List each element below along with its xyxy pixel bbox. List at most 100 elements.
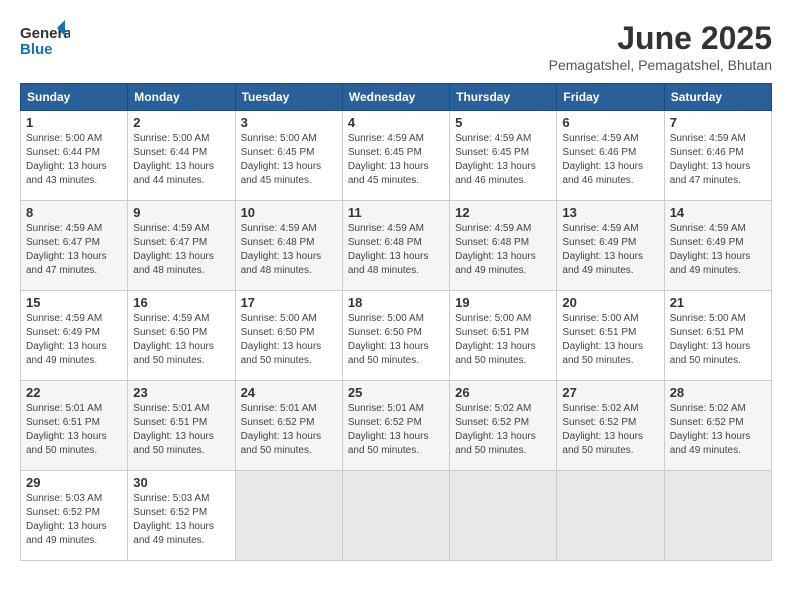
day-info: Sunrise: 4:59 AM Sunset: 6:47 PM Dayligh… [26,222,122,278]
day-cell-29: 29 Sunrise: 5:03 AM Sunset: 6:52 PM Dayl… [21,471,128,561]
day-info: Sunrise: 4:59 AM Sunset: 6:50 PM Dayligh… [133,312,229,368]
day-info: Sunrise: 5:00 AM Sunset: 6:45 PM Dayligh… [241,132,337,188]
calendar-subtitle: Pemagatshel, Pemagatshel, Bhutan [549,57,772,73]
header-tuesday: Tuesday [235,84,342,111]
day-cell-9: 9 Sunrise: 4:59 AM Sunset: 6:47 PM Dayli… [128,201,235,291]
day-cell-11: 11 Sunrise: 4:59 AM Sunset: 6:48 PM Dayl… [342,201,449,291]
day-info: Sunrise: 4:59 AM Sunset: 6:45 PM Dayligh… [348,132,444,188]
day-info: Sunrise: 4:59 AM Sunset: 6:48 PM Dayligh… [348,222,444,278]
day-number: 18 [348,295,444,310]
day-cell-27: 27 Sunrise: 5:02 AM Sunset: 6:52 PM Dayl… [557,381,664,471]
day-info: Sunrise: 5:01 AM Sunset: 6:51 PM Dayligh… [133,402,229,458]
day-cell-24: 24 Sunrise: 5:01 AM Sunset: 6:52 PM Dayl… [235,381,342,471]
day-info: Sunrise: 4:59 AM Sunset: 6:48 PM Dayligh… [455,222,551,278]
day-info: Sunrise: 5:00 AM Sunset: 6:50 PM Dayligh… [348,312,444,368]
day-number: 23 [133,385,229,400]
day-cell-22: 22 Sunrise: 5:01 AM Sunset: 6:51 PM Dayl… [21,381,128,471]
day-cell-21: 21 Sunrise: 5:00 AM Sunset: 6:51 PM Dayl… [664,291,771,381]
day-number: 28 [670,385,766,400]
day-number: 13 [562,205,658,220]
day-info: Sunrise: 5:01 AM Sunset: 6:52 PM Dayligh… [348,402,444,458]
day-cell-8: 8 Sunrise: 4:59 AM Sunset: 6:47 PM Dayli… [21,201,128,291]
day-cell-28: 28 Sunrise: 5:02 AM Sunset: 6:52 PM Dayl… [664,381,771,471]
empty-cell [557,471,664,561]
day-number: 9 [133,205,229,220]
day-number: 11 [348,205,444,220]
day-number: 30 [133,475,229,490]
day-number: 2 [133,115,229,130]
day-number: 6 [562,115,658,130]
day-number: 16 [133,295,229,310]
day-cell-26: 26 Sunrise: 5:02 AM Sunset: 6:52 PM Dayl… [450,381,557,471]
day-number: 29 [26,475,122,490]
day-info: Sunrise: 4:59 AM Sunset: 6:46 PM Dayligh… [562,132,658,188]
day-number: 5 [455,115,551,130]
day-info: Sunrise: 5:01 AM Sunset: 6:51 PM Dayligh… [26,402,122,458]
day-number: 26 [455,385,551,400]
day-number: 12 [455,205,551,220]
day-cell-4: 4 Sunrise: 4:59 AM Sunset: 6:45 PM Dayli… [342,111,449,201]
day-number: 21 [670,295,766,310]
header-wednesday: Wednesday [342,84,449,111]
day-info: Sunrise: 4:59 AM Sunset: 6:48 PM Dayligh… [241,222,337,278]
calendar-week-row: 1 Sunrise: 5:00 AM Sunset: 6:44 PM Dayli… [21,111,772,201]
day-number: 19 [455,295,551,310]
calendar-week-row: 22 Sunrise: 5:01 AM Sunset: 6:51 PM Dayl… [21,381,772,471]
day-number: 1 [26,115,122,130]
day-info: Sunrise: 5:00 AM Sunset: 6:50 PM Dayligh… [241,312,337,368]
day-number: 25 [348,385,444,400]
header-monday: Monday [128,84,235,111]
day-info: Sunrise: 4:59 AM Sunset: 6:46 PM Dayligh… [670,132,766,188]
day-number: 4 [348,115,444,130]
day-info: Sunrise: 4:59 AM Sunset: 6:49 PM Dayligh… [26,312,122,368]
empty-cell [450,471,557,561]
day-cell-14: 14 Sunrise: 4:59 AM Sunset: 6:49 PM Dayl… [664,201,771,291]
day-info: Sunrise: 5:02 AM Sunset: 6:52 PM Dayligh… [670,402,766,458]
day-info: Sunrise: 4:59 AM Sunset: 6:45 PM Dayligh… [455,132,551,188]
svg-text:Blue: Blue [20,41,53,58]
day-info: Sunrise: 5:02 AM Sunset: 6:52 PM Dayligh… [455,402,551,458]
day-cell-15: 15 Sunrise: 4:59 AM Sunset: 6:49 PM Dayl… [21,291,128,381]
calendar-table: Sunday Monday Tuesday Wednesday Thursday… [20,83,772,561]
empty-cell [235,471,342,561]
day-cell-19: 19 Sunrise: 5:00 AM Sunset: 6:51 PM Dayl… [450,291,557,381]
day-info: Sunrise: 4:59 AM Sunset: 6:47 PM Dayligh… [133,222,229,278]
empty-cell [664,471,771,561]
day-cell-3: 3 Sunrise: 5:00 AM Sunset: 6:45 PM Dayli… [235,111,342,201]
day-number: 3 [241,115,337,130]
day-number: 15 [26,295,122,310]
day-number: 24 [241,385,337,400]
day-cell-12: 12 Sunrise: 4:59 AM Sunset: 6:48 PM Dayl… [450,201,557,291]
day-info: Sunrise: 4:59 AM Sunset: 6:49 PM Dayligh… [670,222,766,278]
day-cell-30: 30 Sunrise: 5:03 AM Sunset: 6:52 PM Dayl… [128,471,235,561]
day-info: Sunrise: 5:03 AM Sunset: 6:52 PM Dayligh… [133,492,229,548]
header-saturday: Saturday [664,84,771,111]
day-info: Sunrise: 4:59 AM Sunset: 6:49 PM Dayligh… [562,222,658,278]
page-header: General Blue June 2025 Pemagatshel, Pema… [20,20,772,73]
day-info: Sunrise: 5:00 AM Sunset: 6:44 PM Dayligh… [133,132,229,188]
header-thursday: Thursday [450,84,557,111]
day-number: 27 [562,385,658,400]
weekday-header-row: Sunday Monday Tuesday Wednesday Thursday… [21,84,772,111]
day-cell-25: 25 Sunrise: 5:01 AM Sunset: 6:52 PM Dayl… [342,381,449,471]
day-number: 10 [241,205,337,220]
day-cell-18: 18 Sunrise: 5:00 AM Sunset: 6:50 PM Dayl… [342,291,449,381]
day-number: 17 [241,295,337,310]
day-cell-2: 2 Sunrise: 5:00 AM Sunset: 6:44 PM Dayli… [128,111,235,201]
day-cell-13: 13 Sunrise: 4:59 AM Sunset: 6:49 PM Dayl… [557,201,664,291]
day-info: Sunrise: 5:00 AM Sunset: 6:51 PM Dayligh… [670,312,766,368]
day-number: 14 [670,205,766,220]
day-cell-7: 7 Sunrise: 4:59 AM Sunset: 6:46 PM Dayli… [664,111,771,201]
day-cell-20: 20 Sunrise: 5:00 AM Sunset: 6:51 PM Dayl… [557,291,664,381]
day-info: Sunrise: 5:02 AM Sunset: 6:52 PM Dayligh… [562,402,658,458]
empty-cell [342,471,449,561]
day-cell-23: 23 Sunrise: 5:01 AM Sunset: 6:51 PM Dayl… [128,381,235,471]
header-friday: Friday [557,84,664,111]
day-cell-1: 1 Sunrise: 5:00 AM Sunset: 6:44 PM Dayli… [21,111,128,201]
calendar-week-row: 8 Sunrise: 4:59 AM Sunset: 6:47 PM Dayli… [21,201,772,291]
day-cell-5: 5 Sunrise: 4:59 AM Sunset: 6:45 PM Dayli… [450,111,557,201]
day-cell-6: 6 Sunrise: 4:59 AM Sunset: 6:46 PM Dayli… [557,111,664,201]
day-info: Sunrise: 5:03 AM Sunset: 6:52 PM Dayligh… [26,492,122,548]
calendar-week-row: 15 Sunrise: 4:59 AM Sunset: 6:49 PM Dayl… [21,291,772,381]
day-cell-16: 16 Sunrise: 4:59 AM Sunset: 6:50 PM Dayl… [128,291,235,381]
